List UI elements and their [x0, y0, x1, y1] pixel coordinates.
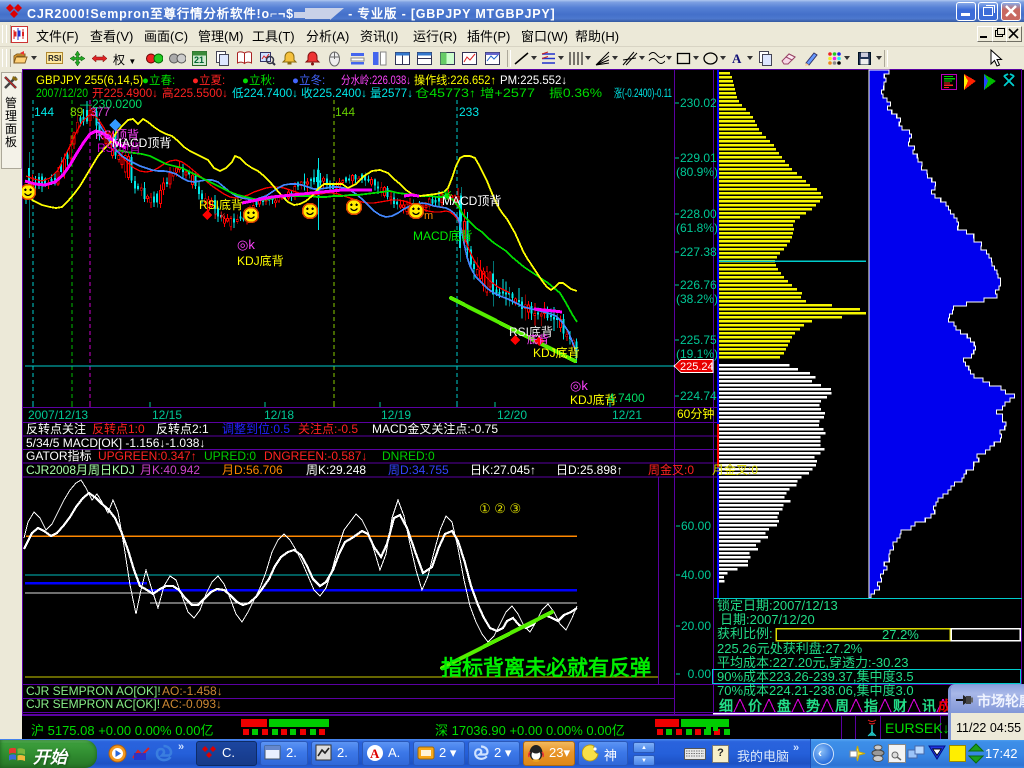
svg-text:27.2%: 27.2%	[882, 627, 919, 642]
svg-text:锁定日期:2007/12/13: 锁定日期:2007/12/13	[717, 598, 838, 613]
svg-text:5/34/5 MACD[OK] -1.156↓-1.038↓: 5/34/5 MACD[OK] -1.156↓-1.038↓	[26, 436, 205, 450]
svg-text:230.02: 230.02	[680, 96, 717, 110]
svg-text:228.00: 228.00	[680, 207, 717, 221]
svg-text:A: A	[370, 746, 380, 761]
svg-text:60.00: 60.00	[681, 519, 711, 533]
svg-text:40.00: 40.00	[681, 568, 711, 582]
svg-text:20.00: 20.00	[681, 619, 711, 633]
svg-text:m: m	[424, 210, 433, 222]
svg-text:(38.2%): (38.2%)	[676, 292, 718, 306]
svg-text:r k: r k	[214, 211, 226, 222]
svg-text:226.76: 226.76	[680, 278, 717, 292]
svg-text:讯: 讯	[922, 698, 936, 714]
svg-text:细: 细	[719, 698, 733, 714]
svg-text:225.26元处获利盘:27.2%: 225.26元处获利盘:27.2%	[717, 641, 863, 656]
svg-text:MACD顶背: MACD顶背	[112, 136, 171, 150]
svg-text:144: 144	[34, 105, 54, 119]
svg-text:12/18: 12/18	[264, 408, 294, 422]
svg-text:90%成本223.26-239.37,集中度3.5: 90%成本223.26-239.37,集中度3.5	[717, 669, 914, 684]
svg-text:指: 指	[864, 698, 878, 714]
svg-text:势: 势	[806, 698, 820, 714]
svg-text:MACD底背: MACD底背	[413, 228, 472, 243]
svg-text:89: 89	[70, 105, 84, 119]
svg-text:(19.1%): (19.1%)	[676, 347, 718, 361]
svg-text:CJR SEMPRON AO[OK]!AO:-1.458↓: CJR SEMPRON AO[OK]!AO:-1.458↓	[26, 684, 223, 698]
svg-text:指标背离未必就有反弹: 指标背离未必就有反弹	[441, 656, 651, 680]
svg-text:RSI底背: RSI底背	[199, 197, 243, 212]
svg-text:2007/12/13: 2007/12/13	[28, 408, 88, 422]
svg-text:(61.8%): (61.8%)	[676, 221, 718, 235]
svg-text:225.24: 225.24	[680, 361, 714, 373]
svg-text:(80.9%): (80.9%)	[676, 165, 718, 179]
svg-text:A: A	[732, 51, 742, 66]
svg-text:GBPJPY 255(6,14,5)●立春:●立夏:●立秋: GBPJPY 255(6,14,5)●立春:●立夏:●立秋:●立冬:分水岭:22…	[36, 73, 567, 87]
svg-text:获利比例:: 获利比例:	[717, 626, 773, 641]
svg-text:12/21: 12/21	[612, 408, 642, 422]
svg-text:225.75: 225.75	[680, 333, 717, 347]
svg-text:KDJ底背: KDJ底背	[237, 253, 284, 268]
svg-text:周: 周	[835, 698, 849, 714]
svg-text:平均成本:227.20元,穿透力:-30.23: 平均成本:227.20元,穿透力:-30.23	[717, 655, 908, 670]
svg-text:① ② ③: ① ② ③	[479, 501, 521, 516]
svg-text:◎k: ◎k	[570, 378, 588, 393]
svg-text:144: 144	[335, 105, 355, 119]
svg-text:12/19: 12/19	[381, 408, 411, 422]
svg-text:377: 377	[90, 105, 110, 119]
svg-text:◎k: ◎k	[237, 237, 255, 252]
svg-text:反转点关注反转点1:0反转点2:1调整到位:0.5关注点:-: 反转点关注反转点1:0反转点2:1调整到位:0.5关注点:-0.5MACD金叉关…	[26, 421, 498, 436]
svg-text:RSI: RSI	[48, 54, 61, 63]
svg-text:60分钟: 60分钟	[677, 406, 714, 421]
svg-text:日期:2007/12/20: 日期:2007/12/20	[720, 612, 815, 627]
svg-text:229.01: 229.01	[680, 151, 717, 165]
svg-text:MACD顶背: MACD顶背	[442, 194, 501, 208]
svg-text:底背: 底背	[527, 332, 549, 346]
svg-text:4.7400: 4.7400	[608, 391, 645, 405]
svg-text:KDJ底背: KDJ底背	[533, 345, 580, 360]
svg-text:价: 价	[748, 698, 763, 714]
svg-text:财: 财	[892, 698, 907, 714]
svg-text:12/15: 12/15	[152, 408, 182, 422]
svg-text:70%成本224.21-238.06,集中度3.0: 70%成本224.21-238.06,集中度3.0	[717, 683, 914, 698]
svg-text:盘: 盘	[777, 698, 791, 714]
svg-text:224.74: 224.74	[680, 389, 717, 403]
svg-text:227.38: 227.38	[680, 245, 717, 259]
svg-text:0.00: 0.00	[688, 667, 712, 681]
svg-text:CJR SEMPRON AC[OK]!AC:-0.093↓: CJR SEMPRON AC[OK]!AC:-0.093↓	[26, 697, 222, 711]
svg-text:233: 233	[459, 105, 479, 119]
svg-text:12/20: 12/20	[497, 408, 527, 422]
svg-text:21: 21	[194, 55, 204, 65]
